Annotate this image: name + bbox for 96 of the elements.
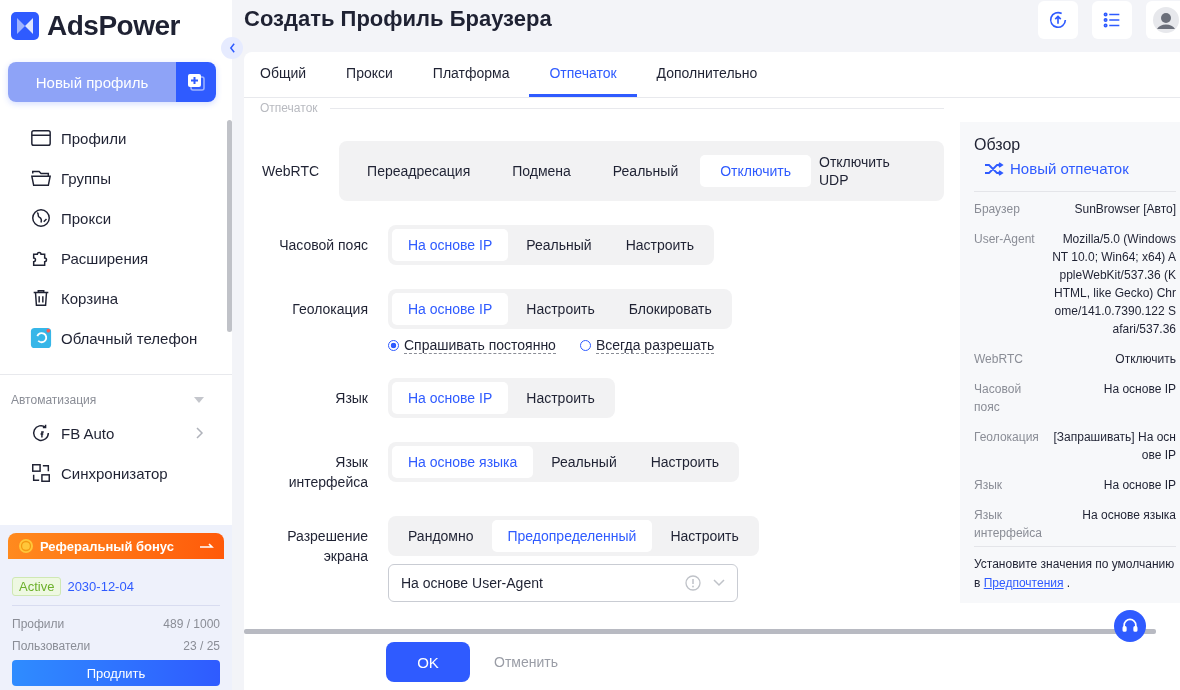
info-icon [685, 575, 701, 591]
avatar-button[interactable] [1146, 1, 1180, 39]
segment-option[interactable]: Реальный [510, 229, 608, 261]
segment-option[interactable]: Настроить [609, 229, 711, 261]
segment-option[interactable]: Блокировать [612, 293, 728, 325]
summary-value: На основе языка [1081, 507, 1176, 524]
plus-square-icon [186, 72, 206, 92]
field-label: Разрешение экрана [286, 527, 368, 566]
segment-option[interactable]: На основе IP [392, 293, 509, 325]
segment-option[interactable]: Предопределенный [491, 520, 653, 552]
shuffle-icon [984, 161, 1004, 176]
list-button[interactable] [1092, 1, 1132, 39]
panel-title: Обзор [974, 136, 1022, 154]
sidebar-item[interactable]: FB Auto [0, 413, 220, 453]
tab[interactable]: Дополнительно [636, 52, 778, 97]
stat-label: Пользователи [12, 638, 91, 655]
sidebar-item[interactable]: Синхронизатор [0, 453, 220, 493]
renew-button[interactable]: Продлить [12, 660, 220, 686]
add-profile-button[interactable] [176, 62, 216, 102]
refresh-circle-icon [30, 422, 52, 444]
radio-button[interactable] [388, 340, 399, 351]
radio-label[interactable]: Всегда разрешать [595, 337, 715, 354]
summary-label: Язык интерфейса [974, 507, 1043, 542]
stat-label: Профили [12, 616, 65, 633]
segment-option[interactable]: Настроить [510, 293, 611, 325]
radio-label[interactable]: Спрашивать постоянно [404, 337, 556, 354]
segment-option[interactable]: Рандомно [392, 520, 490, 552]
sidebar-item[interactable]: Группы [0, 158, 220, 198]
tab[interactable]: Общий [260, 52, 327, 97]
summary-label: Геолокация [974, 429, 1040, 446]
sidebar-item[interactable]: Расширения [0, 238, 220, 278]
field-label: Часовой пояс [278, 236, 368, 255]
summary-label: User-Agent [974, 231, 1036, 248]
defaults-note: Установите значения по умолчанию в Предпочтения . [974, 556, 1176, 592]
summary-value: Отключить [1114, 351, 1176, 368]
field-label: Язык [334, 389, 368, 408]
summary-value: [Запрашивать] На основе IP [1052, 429, 1176, 464]
scrollbar[interactable] [244, 629, 1156, 634]
summary-label: Часовой пояс [974, 381, 1023, 416]
summary-value: SunBrowser [Авто] [1073, 201, 1176, 218]
status-badge: Active [12, 577, 62, 596]
tab[interactable]: Прокси [326, 52, 413, 97]
sidebar-item[interactable]: Профили [0, 118, 220, 158]
section-label: Отпечаток [260, 101, 318, 115]
summary-value: На основе IP [1102, 381, 1176, 398]
segment-option[interactable]: На основе языка [392, 446, 534, 478]
logo-icon [11, 12, 39, 40]
window-icon [30, 127, 52, 149]
phone-app-icon [30, 327, 52, 349]
chevron-left-icon [228, 43, 236, 53]
summary-value: Mozilla/5.0 (Windows NT 10.0; Win64; x64) AppleWebKit/537.36 (KHTML, like Gecko) Chrome/141.0.7390.122 Safari/537.36 [1052, 231, 1176, 338]
chevron-right-icon [196, 427, 204, 439]
chevron-down-icon [713, 579, 725, 587]
field-label: Язык интерфейса [287, 453, 368, 492]
dropdown[interactable]: На основе User-Agent [388, 564, 738, 602]
page-title: Создать Профиль Браузера [244, 6, 552, 32]
coin-icon [18, 538, 34, 554]
ok-button[interactable]: OK [386, 642, 470, 682]
field-label: Геолокация [291, 300, 368, 319]
upload-icon [1047, 9, 1069, 31]
logo-text: AdsPower [47, 10, 180, 42]
summary-label: Язык [974, 477, 1004, 494]
new-fingerprint-link[interactable]: Новый отпечаток [984, 160, 1176, 177]
segment-option[interactable]: Настроить [654, 520, 755, 552]
screens-icon [30, 462, 52, 484]
support-button[interactable] [1114, 610, 1146, 642]
summary-value: На основе IP [1102, 477, 1176, 494]
stat-value: 23 / 25 [183, 638, 220, 655]
scrollbar[interactable] [227, 120, 232, 332]
stat-value: 489 / 1000 [163, 616, 220, 633]
segment-option[interactable]: Реальный [592, 149, 699, 193]
segment-option[interactable]: Настроить [510, 382, 611, 414]
sidebar-item[interactable]: Корзина [0, 278, 220, 318]
avatar-icon [1152, 6, 1180, 34]
sidebar-item[interactable]: Облачный телефон [0, 318, 220, 358]
segment-option[interactable]: Настроить [634, 446, 736, 478]
collapse-button[interactable] [221, 37, 243, 59]
field-label: WebRTC [262, 162, 320, 181]
preferences-link[interactable]: Предпочтения [983, 576, 1064, 590]
referral-title: Реферальный бонус [40, 538, 174, 554]
section-title: Автоматизация [11, 393, 97, 407]
segment-option[interactable]: Отключить UDP [813, 149, 909, 193]
segment-option[interactable]: На основе IP [392, 382, 509, 414]
globe-icon [30, 207, 52, 229]
tab[interactable]: Платформа [412, 52, 530, 97]
sidebar-item[interactable]: Прокси [0, 198, 220, 238]
tab[interactable]: Отпечаток [529, 52, 637, 97]
summary-label: WebRTC [974, 351, 1024, 368]
segment-option[interactable]: Переадресация [347, 149, 491, 193]
segment-option[interactable]: Подмена [492, 149, 591, 193]
segment-option[interactable]: Реальный [535, 446, 633, 478]
summary-label: Браузер [974, 201, 1021, 218]
upload-button[interactable] [1038, 1, 1078, 39]
expiry-date: 2030-12-04 [67, 579, 134, 594]
segment-option[interactable]: На основе IP [392, 229, 509, 261]
segment-option[interactable]: Отключить [700, 155, 811, 187]
